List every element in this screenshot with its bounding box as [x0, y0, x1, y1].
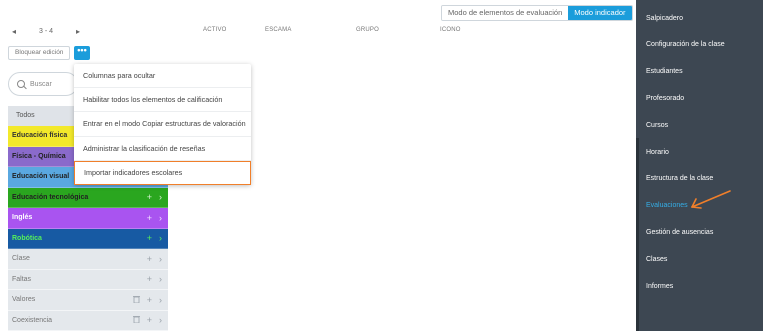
category-item[interactable]: Faltas + › — [8, 269, 168, 290]
more-options-menu: Columnas para ocultar Habilitar todos lo… — [74, 64, 251, 185]
trash-icon[interactable] — [132, 295, 140, 305]
toolbar: ◂ 3 - 4 ▸ ACTIVO ESCAMA GRUPO ICONO Modo… — [0, 0, 636, 62]
column-header-activo: ACTIVO — [203, 27, 227, 33]
category-label: Educación visual — [12, 173, 70, 181]
mode-elements-button[interactable]: Modo de elementos de evaluación — [442, 6, 569, 20]
sidebar-item-courses[interactable]: Cursos — [646, 122, 668, 129]
lock-editing-button[interactable]: Bloquear edición — [8, 46, 71, 60]
category-item[interactable]: Clase + › — [8, 249, 168, 270]
chevron-right-icon[interactable]: › — [159, 213, 162, 223]
add-icon[interactable]: + — [147, 233, 152, 243]
category-label: Valores — [12, 296, 36, 304]
sidebar-nav: Salpicadero Configuración de la clase Es… — [636, 0, 763, 331]
more-options-button[interactable]: ••• — [74, 46, 90, 60]
search-input[interactable]: Buscar — [8, 72, 78, 96]
chevron-right-icon[interactable]: › — [159, 254, 162, 264]
mode-indicator-button[interactable]: Modo indicador — [568, 6, 632, 20]
menu-item-manage-review-classification[interactable]: Administrar la clasificación de reseñas — [74, 137, 251, 161]
column-header-grupo: GRUPO — [356, 27, 380, 33]
search-placeholder: Buscar — [30, 80, 52, 88]
category-label: Educación tecnológica — [12, 193, 89, 201]
chevron-right-icon[interactable]: › — [159, 274, 162, 284]
sidebar-item-class-structure[interactable]: Estructura de la clase — [646, 175, 713, 182]
column-header-icono: ICONO — [440, 27, 461, 33]
category-label: Clase — [12, 255, 30, 263]
category-label: Física - Química — [12, 152, 66, 160]
add-icon[interactable]: + — [147, 213, 152, 223]
menu-item-enable-grading-elements[interactable]: Habilitar todos los elementos de calific… — [74, 88, 251, 113]
menu-item-copy-structures-mode[interactable]: Entrar en el modo Copiar estructuras de … — [74, 112, 251, 137]
sidebar-item-evaluations[interactable]: Evaluaciones — [646, 202, 688, 209]
chevron-right-icon[interactable]: › — [159, 295, 162, 305]
column-header-escama: ESCAMA — [265, 27, 292, 33]
add-icon[interactable]: + — [147, 254, 152, 264]
pager-range: 3 - 4 — [38, 27, 53, 35]
pager: ◂ 3 - 4 ▸ — [8, 25, 84, 37]
sidebar-item-class-settings[interactable]: Configuración de la clase — [646, 41, 725, 48]
sidebar-item-schedule[interactable]: Horario — [646, 149, 669, 156]
chevron-right-icon[interactable]: › — [159, 192, 162, 202]
sidebar-item-dashboard[interactable]: Salpicadero — [646, 15, 683, 22]
category-item[interactable]: Inglés + › — [8, 208, 168, 229]
scrollbar[interactable] — [636, 138, 639, 331]
add-icon[interactable]: + — [147, 192, 152, 202]
sidebar-item-teachers[interactable]: Profesorado — [646, 95, 684, 102]
sidebar-item-reports[interactable]: Informes — [646, 283, 673, 290]
chevron-right-icon[interactable]: ▸ — [72, 25, 84, 37]
category-label: Robótica — [12, 234, 42, 242]
add-icon[interactable]: + — [147, 315, 152, 325]
chevron-right-icon[interactable]: › — [159, 233, 162, 243]
category-label: Educación física — [12, 132, 68, 140]
category-label: Inglés — [12, 214, 33, 222]
chevron-right-icon[interactable]: › — [159, 315, 162, 325]
sidebar-item-classes[interactable]: Clases — [646, 256, 667, 263]
search-icon — [17, 80, 25, 88]
menu-item-import-school-indicators[interactable]: Importar indicadores escolares — [74, 160, 251, 185]
menu-item-hide-columns[interactable]: Columnas para ocultar — [74, 64, 251, 89]
category-label: Coexistencia — [12, 316, 53, 324]
trash-icon[interactable] — [132, 315, 140, 325]
mode-toggle: Modo de elementos de evaluación Modo ind… — [441, 5, 633, 21]
sidebar-item-absence-management[interactable]: Gestión de ausencias — [646, 229, 713, 236]
sidebar-item-students[interactable]: Estudiantes — [646, 68, 683, 75]
category-item[interactable]: Educación tecnológica + › — [8, 187, 168, 208]
arrow-annotation-icon — [691, 190, 731, 209]
add-icon[interactable]: + — [147, 274, 152, 284]
category-item[interactable]: Coexistencia + › — [8, 310, 168, 331]
category-item[interactable]: Valores + › — [8, 290, 168, 311]
chevron-left-icon[interactable]: ◂ — [8, 25, 20, 37]
add-icon[interactable]: + — [147, 295, 152, 305]
category-label: Faltas — [12, 275, 32, 283]
category-item[interactable]: Robótica + › — [8, 228, 168, 249]
